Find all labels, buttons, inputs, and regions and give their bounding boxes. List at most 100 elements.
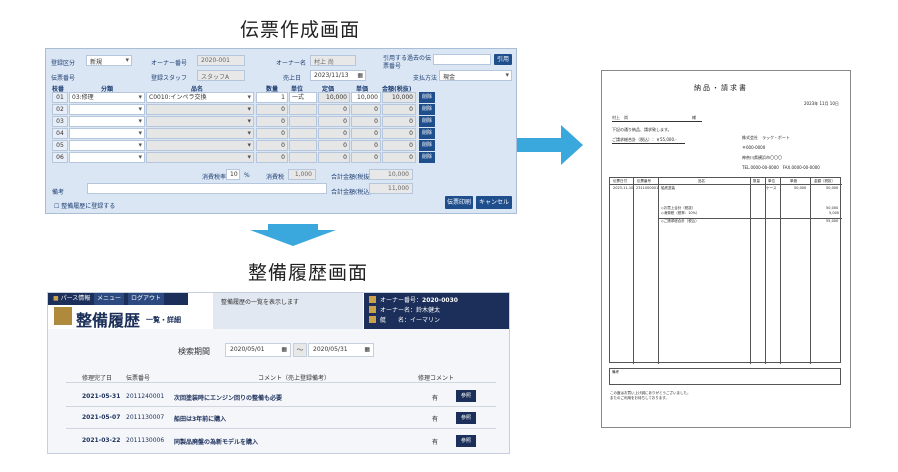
owner-no-field: 2020-001 [197, 55, 245, 66]
qty-input[interactable]: 1 [256, 92, 288, 103]
amount-cell: 0 [382, 116, 416, 127]
row-no: 04 [52, 128, 68, 139]
copy-slip-input[interactable] [433, 54, 491, 65]
qty-input[interactable]: 0 [256, 140, 288, 151]
qty-input[interactable]: 0 [256, 116, 288, 127]
unit-price-input[interactable]: 0 [351, 152, 381, 163]
boat-name-info: 艇 名：イーマリン [369, 316, 506, 326]
grand-total-label: ◇ご請求総合計（税込） [661, 219, 699, 223]
qty-input[interactable]: 0 [256, 152, 288, 163]
subtotal-value: 50,000 [826, 206, 839, 210]
info-label: オーナー番号 [380, 297, 417, 304]
category-select[interactable] [69, 140, 145, 151]
item-select[interactable]: C0010:インペラ交換 [146, 92, 254, 103]
footer-again: またのご利用をお待ちしております。 [610, 396, 669, 400]
company-name: 株式会社 ラック・ボート [742, 135, 790, 140]
sales-date-label: 売上日 [283, 75, 302, 82]
slip-screen-caption: 伝票作成画面 [240, 19, 361, 41]
unit-cell [289, 140, 317, 151]
th-slip: 伝票番号 [637, 179, 651, 183]
item-select[interactable] [146, 104, 254, 115]
delete-button[interactable]: 削除 [419, 128, 435, 139]
print-slip-button[interactable]: 伝票印刷 [445, 196, 473, 209]
payment-select[interactable]: 現金 [439, 70, 512, 81]
tax-value: 5,000 [829, 211, 840, 215]
sales-date-value: 2023/11/13 [314, 72, 349, 79]
list-price-cell: 0 [318, 116, 350, 127]
note-label: 備考 [52, 189, 65, 196]
unit-price-input[interactable]: 0 [351, 104, 381, 115]
delete-button[interactable]: 削除 [419, 152, 435, 163]
unit-price-input[interactable]: 0 [351, 128, 381, 139]
history-nav: ■ パース情報 メニュー ログアウト [48, 293, 188, 305]
id-icon [369, 296, 376, 303]
category-select[interactable] [69, 116, 145, 127]
amount-cell: 0 [382, 140, 416, 151]
col-comment: コメント（売上登録備考） [258, 375, 331, 382]
info-label: オーナー名 [380, 307, 411, 314]
history-header: ■ パース情報 メニュー ログアウト 整備履歴 一覧・詳細 整備履歴の一覧を表示… [48, 293, 509, 330]
calendar-icon[interactable]: ▦ [357, 72, 363, 79]
date-from-value: 2020/05/01 [230, 346, 265, 353]
unit-price-input[interactable]: 0 [351, 116, 381, 127]
category-select[interactable] [69, 152, 145, 163]
th-amount: 金額（税抜） [814, 179, 835, 183]
row-slip: 2011240001 [126, 393, 165, 400]
qty-input[interactable]: 0 [256, 128, 288, 139]
note-input[interactable] [87, 183, 327, 194]
calendar-icon[interactable]: ▦ [364, 344, 370, 356]
view-button[interactable]: 参照 [456, 435, 476, 447]
calendar-icon[interactable]: ▦ [281, 344, 287, 356]
sales-date-input[interactable]: 2023/11/13 ▦ [310, 70, 366, 81]
view-button[interactable]: 参照 [456, 412, 476, 424]
owner-name-label: オーナー名 [276, 60, 307, 67]
date-from-input[interactable]: 2020/05/01 ▦ [225, 343, 291, 357]
register-type-select[interactable]: 新規 [86, 55, 132, 66]
date-to-input[interactable]: 2020/05/31 ▦ [308, 343, 374, 357]
category-select[interactable] [69, 128, 145, 139]
table-header-line [610, 184, 842, 185]
row-date: 2021-05-31 [82, 393, 121, 400]
customer-name: 村上 尚 様 [612, 115, 702, 122]
list-price-cell: 10,000 [318, 92, 350, 103]
tax-field: 1,000 [288, 169, 316, 180]
nav-menu[interactable]: メニュー [94, 293, 125, 305]
search-period-label: 検索期間 [178, 347, 210, 356]
invoice-total: ご請求総合計（税込）：￥55,000.- [612, 137, 685, 144]
item-select[interactable] [146, 140, 254, 151]
unit-price-input[interactable]: 10,000 [351, 92, 381, 103]
delete-button[interactable]: 削除 [419, 116, 435, 127]
cancel-button[interactable]: キャンセル [476, 196, 512, 209]
date-separator: ～ [293, 343, 307, 357]
row-amount: 50,000 [826, 186, 839, 190]
view-button[interactable]: 参照 [456, 390, 476, 402]
nav-base-info[interactable]: ■ パース情報 [50, 293, 93, 305]
table-col-line [658, 178, 659, 364]
copy-button[interactable]: 引用 [494, 54, 512, 65]
item-select[interactable] [146, 128, 254, 139]
history-screen: ■ パース情報 メニュー ログアウト 整備履歴 一覧・詳細 整備履歴の一覧を表示… [47, 292, 510, 454]
row-date: 2021-05-07 [82, 414, 121, 421]
owner-no-label: オーナー番号 [151, 60, 188, 67]
category-select[interactable] [69, 104, 145, 115]
th-qty: 数量 [753, 179, 760, 183]
register-type-label: 登録区分 [51, 60, 76, 67]
unit-price-input[interactable]: 0 [351, 140, 381, 151]
register-history-checkbox[interactable]: ☐ 整備履歴に登録する [54, 201, 115, 210]
tax-rate-input[interactable]: 10 [226, 169, 240, 180]
item-select[interactable] [146, 152, 254, 163]
copy-slip-label-2: 票番号 [383, 63, 402, 70]
delete-button[interactable]: 削除 [419, 104, 435, 115]
total-field: 11,000 [369, 183, 413, 194]
delete-button[interactable]: 削除 [419, 92, 435, 103]
boat-icon [369, 316, 376, 323]
nav-logout[interactable]: ログアウト [128, 293, 165, 305]
category-select[interactable]: 03:修理 [69, 92, 145, 103]
info-value: イーマリン [410, 317, 441, 324]
row-no: 06 [52, 152, 68, 163]
list-price-cell: 0 [318, 140, 350, 151]
th-unit: 単位 [768, 179, 775, 183]
delete-button[interactable]: 削除 [419, 140, 435, 151]
item-select[interactable] [146, 116, 254, 127]
qty-input[interactable]: 0 [256, 104, 288, 115]
